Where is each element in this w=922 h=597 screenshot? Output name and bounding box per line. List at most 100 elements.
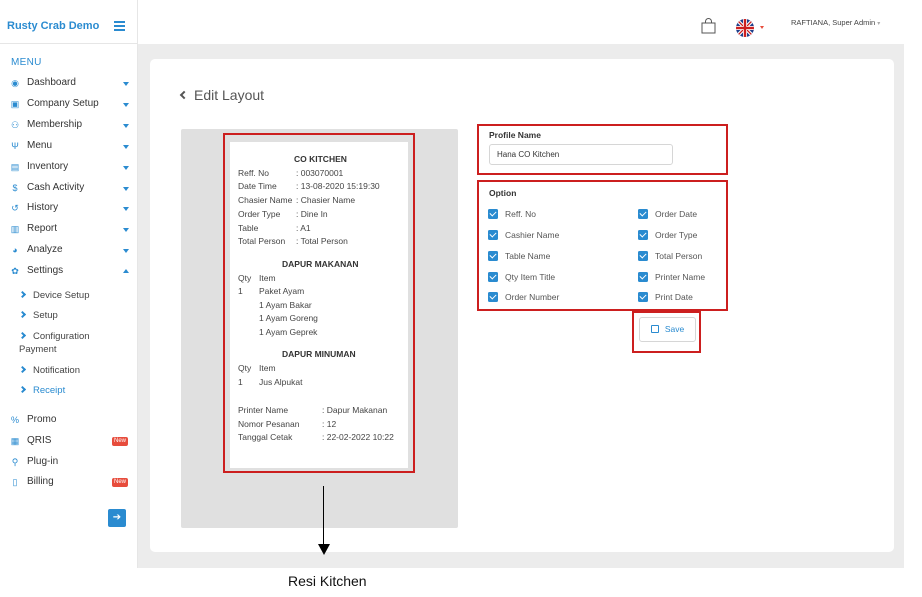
sidebar-item-label: Billing xyxy=(27,476,54,487)
option-text: Cashier Name xyxy=(505,230,560,240)
page-title[interactable]: Edit Layout xyxy=(179,87,265,103)
history-icon: ↺ xyxy=(11,203,19,213)
annotation-arrow-head-icon xyxy=(318,544,330,555)
chevron-right-icon xyxy=(18,290,27,299)
sidebar-item-label: Cash Activity xyxy=(27,182,85,193)
sidebar-item-qris[interactable]: ▦ QRIS New xyxy=(0,433,138,451)
page-title-text: Edit Layout xyxy=(194,87,265,103)
receipt-footer-key: Tanggal Cetak xyxy=(238,432,293,442)
receipt-item-qty: 1 xyxy=(238,377,243,387)
report-icon: ▥ xyxy=(10,224,20,234)
submenu-device-setup[interactable]: Device Setup xyxy=(18,290,90,301)
receipt-section-title: DAPUR MAKANAN xyxy=(282,259,359,269)
checkbox-checked-icon[interactable] xyxy=(638,272,648,282)
receipt-field-key: Order Type xyxy=(238,209,281,219)
chevron-down-icon xyxy=(123,207,129,211)
back-chevron-icon[interactable] xyxy=(179,90,189,100)
gear-icon: ✿ xyxy=(11,266,19,276)
dashboard-icon: ◉ xyxy=(11,78,19,88)
submenu-configuration-payment[interactable]: Configuration Payment xyxy=(18,331,90,355)
sidebar-item-plug-in[interactable]: ⚲ Plug-in xyxy=(0,454,138,472)
checkbox-checked-icon[interactable] xyxy=(638,230,648,240)
sidebar-item-promo[interactable]: % Promo xyxy=(0,412,138,430)
billing-icon: ▯ xyxy=(12,477,18,487)
checkbox-checked-icon[interactable] xyxy=(488,209,498,219)
submenu-label: Receipt xyxy=(33,385,66,396)
option-text: Order Date xyxy=(655,209,698,219)
sidebar-item-label: Membership xyxy=(27,119,83,130)
sidebar-item-label: Menu xyxy=(27,140,53,151)
building-icon: ▣ xyxy=(10,99,20,109)
checkbox-checked-icon[interactable] xyxy=(638,209,648,219)
option-text: Printer Name xyxy=(655,272,706,282)
receipt-item-name: Paket Ayam xyxy=(259,286,305,296)
sidebar-item-menu[interactable]: Ψ Menu xyxy=(0,138,138,156)
percent-icon: % xyxy=(10,415,19,425)
uk-flag-icon[interactable] xyxy=(736,19,754,37)
receipt-field-value: : 13-08-2020 15:19:30 xyxy=(296,181,380,191)
receipt-qty-header: Qty xyxy=(238,363,252,373)
sidebar-item-label: QRIS xyxy=(27,435,52,446)
hamburger-icon[interactable] xyxy=(114,21,125,31)
submenu-label: Configuration xyxy=(33,331,90,342)
receipt-item-header: Item xyxy=(259,273,276,283)
sidebar-item-cash-activity[interactable]: $ Cash Activity xyxy=(0,180,138,198)
sidebar-item-membership[interactable]: ⚇ Membership xyxy=(0,117,138,135)
option-text: Total Person xyxy=(655,251,703,261)
receipt-footer-key: Nomor Pesanan xyxy=(238,419,300,429)
sidebar-item-billing[interactable]: ▯ Billing New xyxy=(0,474,138,492)
submenu-setup[interactable]: Setup xyxy=(18,310,58,321)
plug-icon: ⚲ xyxy=(11,457,19,467)
sidebar-item-label: Report xyxy=(27,223,58,234)
sidebar-item-label: Dashboard xyxy=(27,77,76,88)
sidebar-item-settings[interactable]: ✿ Settings xyxy=(0,263,138,281)
submenu-receipt[interactable]: Receipt xyxy=(18,385,65,396)
annotation-arrow-line xyxy=(323,486,324,546)
option-text: Reff. No xyxy=(505,209,537,219)
receipt-footer-value: : Dapur Makanan xyxy=(322,405,388,415)
new-badge: New xyxy=(112,478,128,487)
checkbox-checked-icon[interactable] xyxy=(638,251,648,261)
option-text: Print Date xyxy=(655,292,693,302)
chevron-down-icon xyxy=(123,145,129,149)
receipt-field-value: : A1 xyxy=(296,223,311,233)
annotation-label: Resi Kitchen xyxy=(288,573,367,589)
submenu-notification[interactable]: Notification xyxy=(18,365,80,376)
chevron-down-icon xyxy=(123,228,129,232)
checkbox-checked-icon[interactable] xyxy=(488,251,498,261)
sidebar-item-label: Analyze xyxy=(27,244,63,255)
sidebar-item-label: Promo xyxy=(27,414,57,425)
option-text: Order Type xyxy=(655,230,698,240)
sidebar-item-history[interactable]: ↺ History xyxy=(0,200,138,218)
submenu-label: Notification xyxy=(33,365,80,376)
receipt-field-key: Chasier Name xyxy=(238,195,293,205)
shopping-bag-icon[interactable] xyxy=(701,18,716,34)
language-caret-icon[interactable] xyxy=(760,26,764,29)
sidebar-item-report[interactable]: ▥ Report xyxy=(0,221,138,239)
checkbox-checked-icon[interactable] xyxy=(488,292,498,302)
checkbox-checked-icon[interactable] xyxy=(488,272,498,282)
receipt-subitem: 1 Ayam Geprek xyxy=(259,327,318,337)
chevron-down-icon xyxy=(123,187,129,191)
user-menu[interactable]: RAFTIANA, Super Admin ▾ xyxy=(791,18,880,27)
sidebar-item-inventory[interactable]: ▤ Inventory xyxy=(0,159,138,177)
logout-button[interactable]: ➔ xyxy=(108,509,126,527)
option-text: Table Name xyxy=(505,251,551,261)
logout-icon: ➔ xyxy=(112,512,122,523)
sidebar-item-analyze[interactable]: ◕ Analyze xyxy=(0,242,138,260)
sidebar-item-label: History xyxy=(27,202,59,213)
checkbox-checked-icon[interactable] xyxy=(488,230,498,240)
checkbox-checked-icon[interactable] xyxy=(638,292,648,302)
chevron-down-icon xyxy=(123,82,129,86)
brand-name[interactable]: Rusty Crab Demo xyxy=(7,20,99,32)
option-text: Qty Item Title xyxy=(505,272,556,282)
receipt-footer-key: Printer Name xyxy=(238,405,289,415)
menu-title: MENU xyxy=(11,57,42,68)
dollar-icon: $ xyxy=(12,183,18,193)
receipt-footer-value: : 22-02-2022 10:22 xyxy=(322,432,394,442)
chevron-down-icon xyxy=(123,124,129,128)
sidebar-item-company-setup[interactable]: ▣ Company Setup xyxy=(0,96,138,114)
sidebar-item-dashboard[interactable]: ◉ Dashboard xyxy=(0,75,138,93)
chevron-up-icon xyxy=(123,269,129,273)
option-text: Order Number xyxy=(505,292,560,302)
